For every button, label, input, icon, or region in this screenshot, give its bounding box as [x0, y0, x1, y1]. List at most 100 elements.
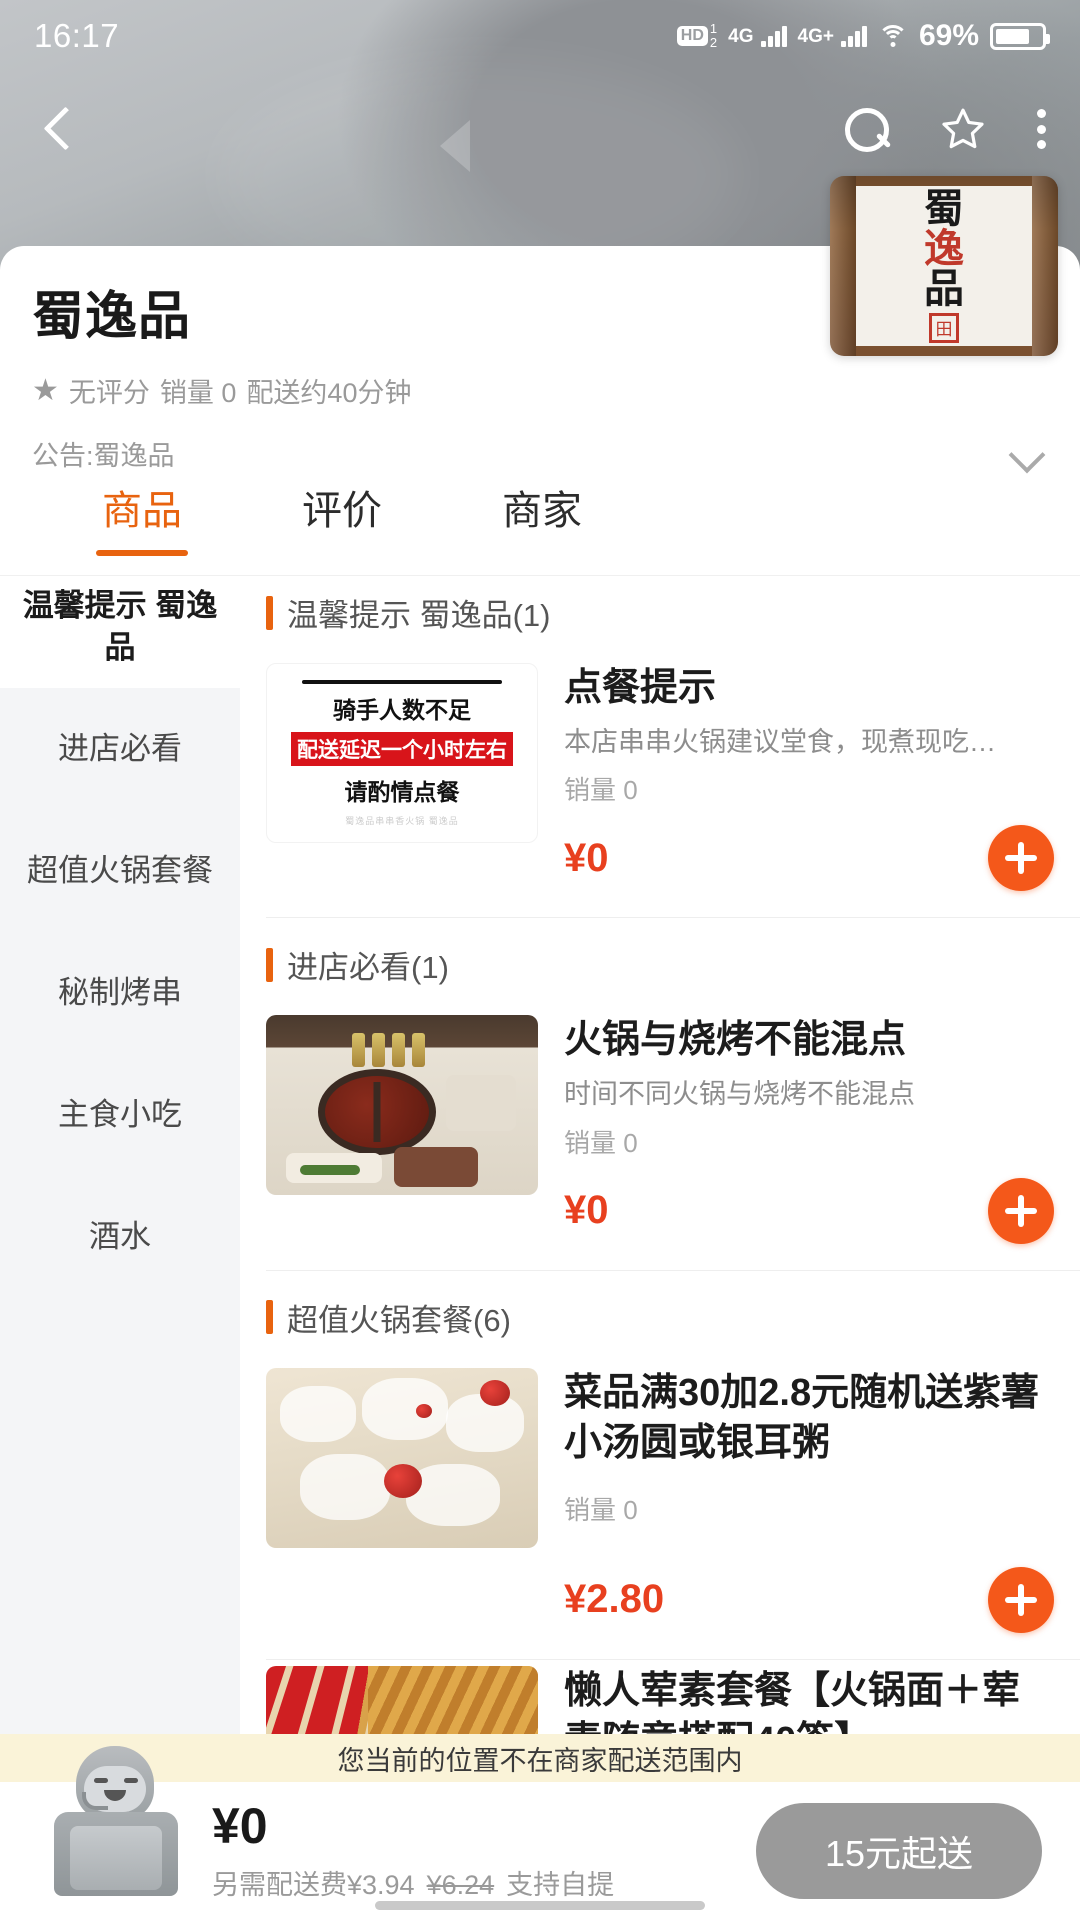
goods-sold-count: 销量 0	[564, 1127, 638, 1158]
sidebar-item-must-see[interactable]: 进店必看	[0, 688, 240, 810]
goods-name: 点餐提示	[564, 667, 717, 709]
goods-name: 懒人荤素套餐【火锅面＋荤素随意搭配40签】	[564, 1669, 1021, 1740]
chevron-left-icon[interactable]	[34, 102, 88, 156]
logo-char-3: 品	[924, 265, 964, 311]
top-navigation	[0, 84, 1080, 174]
section-title: 进店必看(1)	[287, 950, 449, 986]
logo-plank-right	[1032, 176, 1058, 356]
goods-sold-count: 销量 0	[564, 775, 638, 806]
tab-goods-label: 商品	[102, 489, 182, 533]
sidebar-item-label: 温馨提示 蜀逸品	[22, 588, 218, 665]
add-to-cart-button[interactable]	[988, 1566, 1054, 1633]
tab-merchant-label: 商家	[502, 489, 582, 533]
star-outline-icon[interactable]	[938, 105, 988, 153]
goods-list[interactable]: 温馨提示 蜀逸品(1) 骑手人数不足 配送延迟一个小时左右 请酌情点餐 蜀逸品串…	[240, 566, 1080, 1740]
goods-price-row: ¥0	[564, 1177, 1054, 1244]
status-bar: 16:17 HD 1 2 4G 4G+ 69%	[0, 0, 1080, 72]
menu-body: 温馨提示 蜀逸品 进店必看 超值火锅套餐 秘制烤串 主食小吃 酒水 温馨提示 蜀…	[0, 566, 1080, 1740]
delivery-rider-icon[interactable]	[46, 1746, 186, 1896]
home-indicator	[375, 1901, 705, 1910]
goods-thumbnail[interactable]	[266, 1665, 538, 1740]
sidebar-item-hotpot-set[interactable]: 超值火锅套餐	[0, 810, 240, 932]
poster-line-1: 骑手人数不足	[333, 696, 471, 723]
add-to-cart-button[interactable]	[988, 1177, 1054, 1244]
wifi-icon	[877, 25, 908, 47]
goods-name: 菜品满30加2.8元随机送紫薯小汤圆或银耳粥	[564, 1371, 1040, 1464]
goods-price: ¥2.80	[564, 1577, 665, 1622]
store-tabs: 商品 评价 商家	[0, 466, 1080, 576]
goods-thumbnail[interactable]	[266, 1015, 538, 1196]
status-time: 16:17	[34, 17, 120, 54]
section-header-hotpot-set: 超值火锅套餐(6)	[240, 1271, 1080, 1362]
section-accent-bar	[266, 1300, 273, 1334]
sidebar-item-grilled-skewers[interactable]: 秘制烤串	[0, 932, 240, 1054]
min-order-button[interactable]: 15元起送	[756, 1803, 1042, 1899]
category-sidebar[interactable]: 温馨提示 蜀逸品 进店必看 超值火锅套餐 秘制烤串 主食小吃 酒水	[0, 566, 240, 1740]
logo-signboard: 蜀 逸 品 田	[856, 186, 1032, 346]
store-logo-thumbnail[interactable]: 蜀 逸 品 田	[830, 176, 1058, 356]
battery-icon	[990, 22, 1050, 50]
delivery-fee-original: ¥6.24	[426, 1869, 495, 1900]
sidebar-item-label: 酒水	[89, 1219, 151, 1255]
store-meta-row: ★ 无评分 销量 0 配送约40分钟	[32, 371, 1048, 410]
store-sales: 销量 0	[159, 378, 237, 408]
side-dish-2	[394, 1147, 478, 1188]
sidebar-item-drinks[interactable]: 酒水	[0, 1176, 240, 1298]
star-filled-icon: ★	[32, 373, 59, 407]
sim-slot-1: 1	[709, 21, 718, 37]
goods-price: ¥0	[564, 1188, 609, 1232]
goods-name: 火锅与烧烤不能混点	[564, 1019, 907, 1062]
search-icon[interactable]	[842, 105, 890, 153]
tab-reviews-label: 评价	[302, 489, 382, 533]
section-accent-bar	[266, 595, 273, 630]
section-title: 温馨提示 蜀逸品(1)	[287, 598, 551, 633]
battery-percent: 69%	[918, 19, 979, 52]
sim-slot-numbers: 1 2	[710, 22, 717, 49]
warning-text: 您当前的位置不在商家配送范围内	[337, 1745, 743, 1776]
sidebar-item-staple-snacks[interactable]: 主食小吃	[0, 1054, 240, 1176]
add-to-cart-button[interactable]	[988, 825, 1054, 892]
logo-char-2: 逸	[924, 225, 964, 271]
store-notice-row[interactable]: 公告:蜀逸品	[32, 434, 1048, 481]
poster-line-2: 配送延迟一个小时左右	[291, 731, 513, 766]
section-header-must-see: 进店必看(1)	[240, 918, 1080, 1009]
app-root: 16:17 HD 1 2 4G 4G+ 69% 蜀 逸 品 田 蜀逸品 ★ 无评…	[0, 0, 1080, 1920]
delivery-fee: 另需配送费¥3.94	[212, 1869, 415, 1900]
signal-2-icon: 4G+	[797, 25, 867, 47]
goods-price-row: ¥2.80	[564, 1566, 1054, 1633]
poster-footer: 蜀逸品串串香火锅 蜀逸品	[345, 815, 459, 826]
logo-seal: 田	[929, 312, 959, 343]
tab-reviews-underline	[296, 550, 388, 556]
chevron-down-icon[interactable]	[1008, 442, 1048, 466]
tab-goods-underline	[96, 550, 188, 556]
poster-rule	[302, 679, 502, 684]
goods-sold-count: 销量 0	[564, 1494, 638, 1525]
goods-price-row: ¥0	[564, 825, 1054, 892]
goods-thumbnail[interactable]	[266, 1367, 538, 1548]
goods-item[interactable]: 懒人荤素套餐【火锅面＋荤素随意搭配40签】	[240, 1660, 1080, 1740]
status-icons: HD 1 2 4G 4G+ 69%	[676, 19, 1050, 53]
section-header-tips: 温馨提示 蜀逸品(1)	[240, 566, 1080, 657]
goods-description: 本店串串火锅建议堂食，现煮现吃…	[564, 727, 996, 758]
goods-item[interactable]: 火锅与烧烤不能混点 时间不同火锅与烧烤不能混点 销量 0 ¥0	[240, 1009, 1080, 1269]
poster-line-3: 请酌情点餐	[344, 778, 460, 805]
network-type-2: 4G+	[797, 25, 834, 47]
store-delivery-time: 配送约40分钟	[246, 378, 412, 408]
side-dish-3	[446, 1075, 516, 1132]
hd-badge-label: HD	[676, 26, 708, 46]
section-accent-bar	[266, 947, 273, 982]
cart-total-price: ¥0	[212, 1797, 268, 1854]
goods-info: 懒人荤素套餐【火锅面＋荤素随意搭配40签】	[564, 1666, 1054, 1740]
hd-volte-icon: HD 1 2	[676, 22, 717, 49]
goods-item[interactable]: 菜品满30加2.8元随机送紫薯小汤圆或银耳粥 销量 0 ¥2.80	[240, 1362, 1080, 1659]
goods-info: 菜品满30加2.8元随机送紫薯小汤圆或银耳粥 销量 0 ¥2.80	[564, 1368, 1054, 1633]
goods-thumbnail[interactable]: 骑手人数不足 配送延迟一个小时左右 请酌情点餐 蜀逸品串串香火锅 蜀逸品	[266, 663, 538, 843]
sidebar-item-label: 秘制烤串	[58, 975, 182, 1011]
goods-description: 时间不同火锅与烧烤不能混点	[564, 1079, 915, 1110]
goods-item[interactable]: 骑手人数不足 配送延迟一个小时左右 请酌情点餐 蜀逸品串串香火锅 蜀逸品 点餐提…	[240, 657, 1080, 917]
logo-char-1: 蜀	[924, 185, 964, 231]
sidebar-item-tips[interactable]: 温馨提示 蜀逸品	[0, 566, 240, 688]
more-vertical-icon[interactable]	[1036, 105, 1046, 153]
self-pickup-label: 支持自提	[506, 1869, 615, 1900]
sidebar-item-label: 主食小吃	[58, 1097, 182, 1133]
